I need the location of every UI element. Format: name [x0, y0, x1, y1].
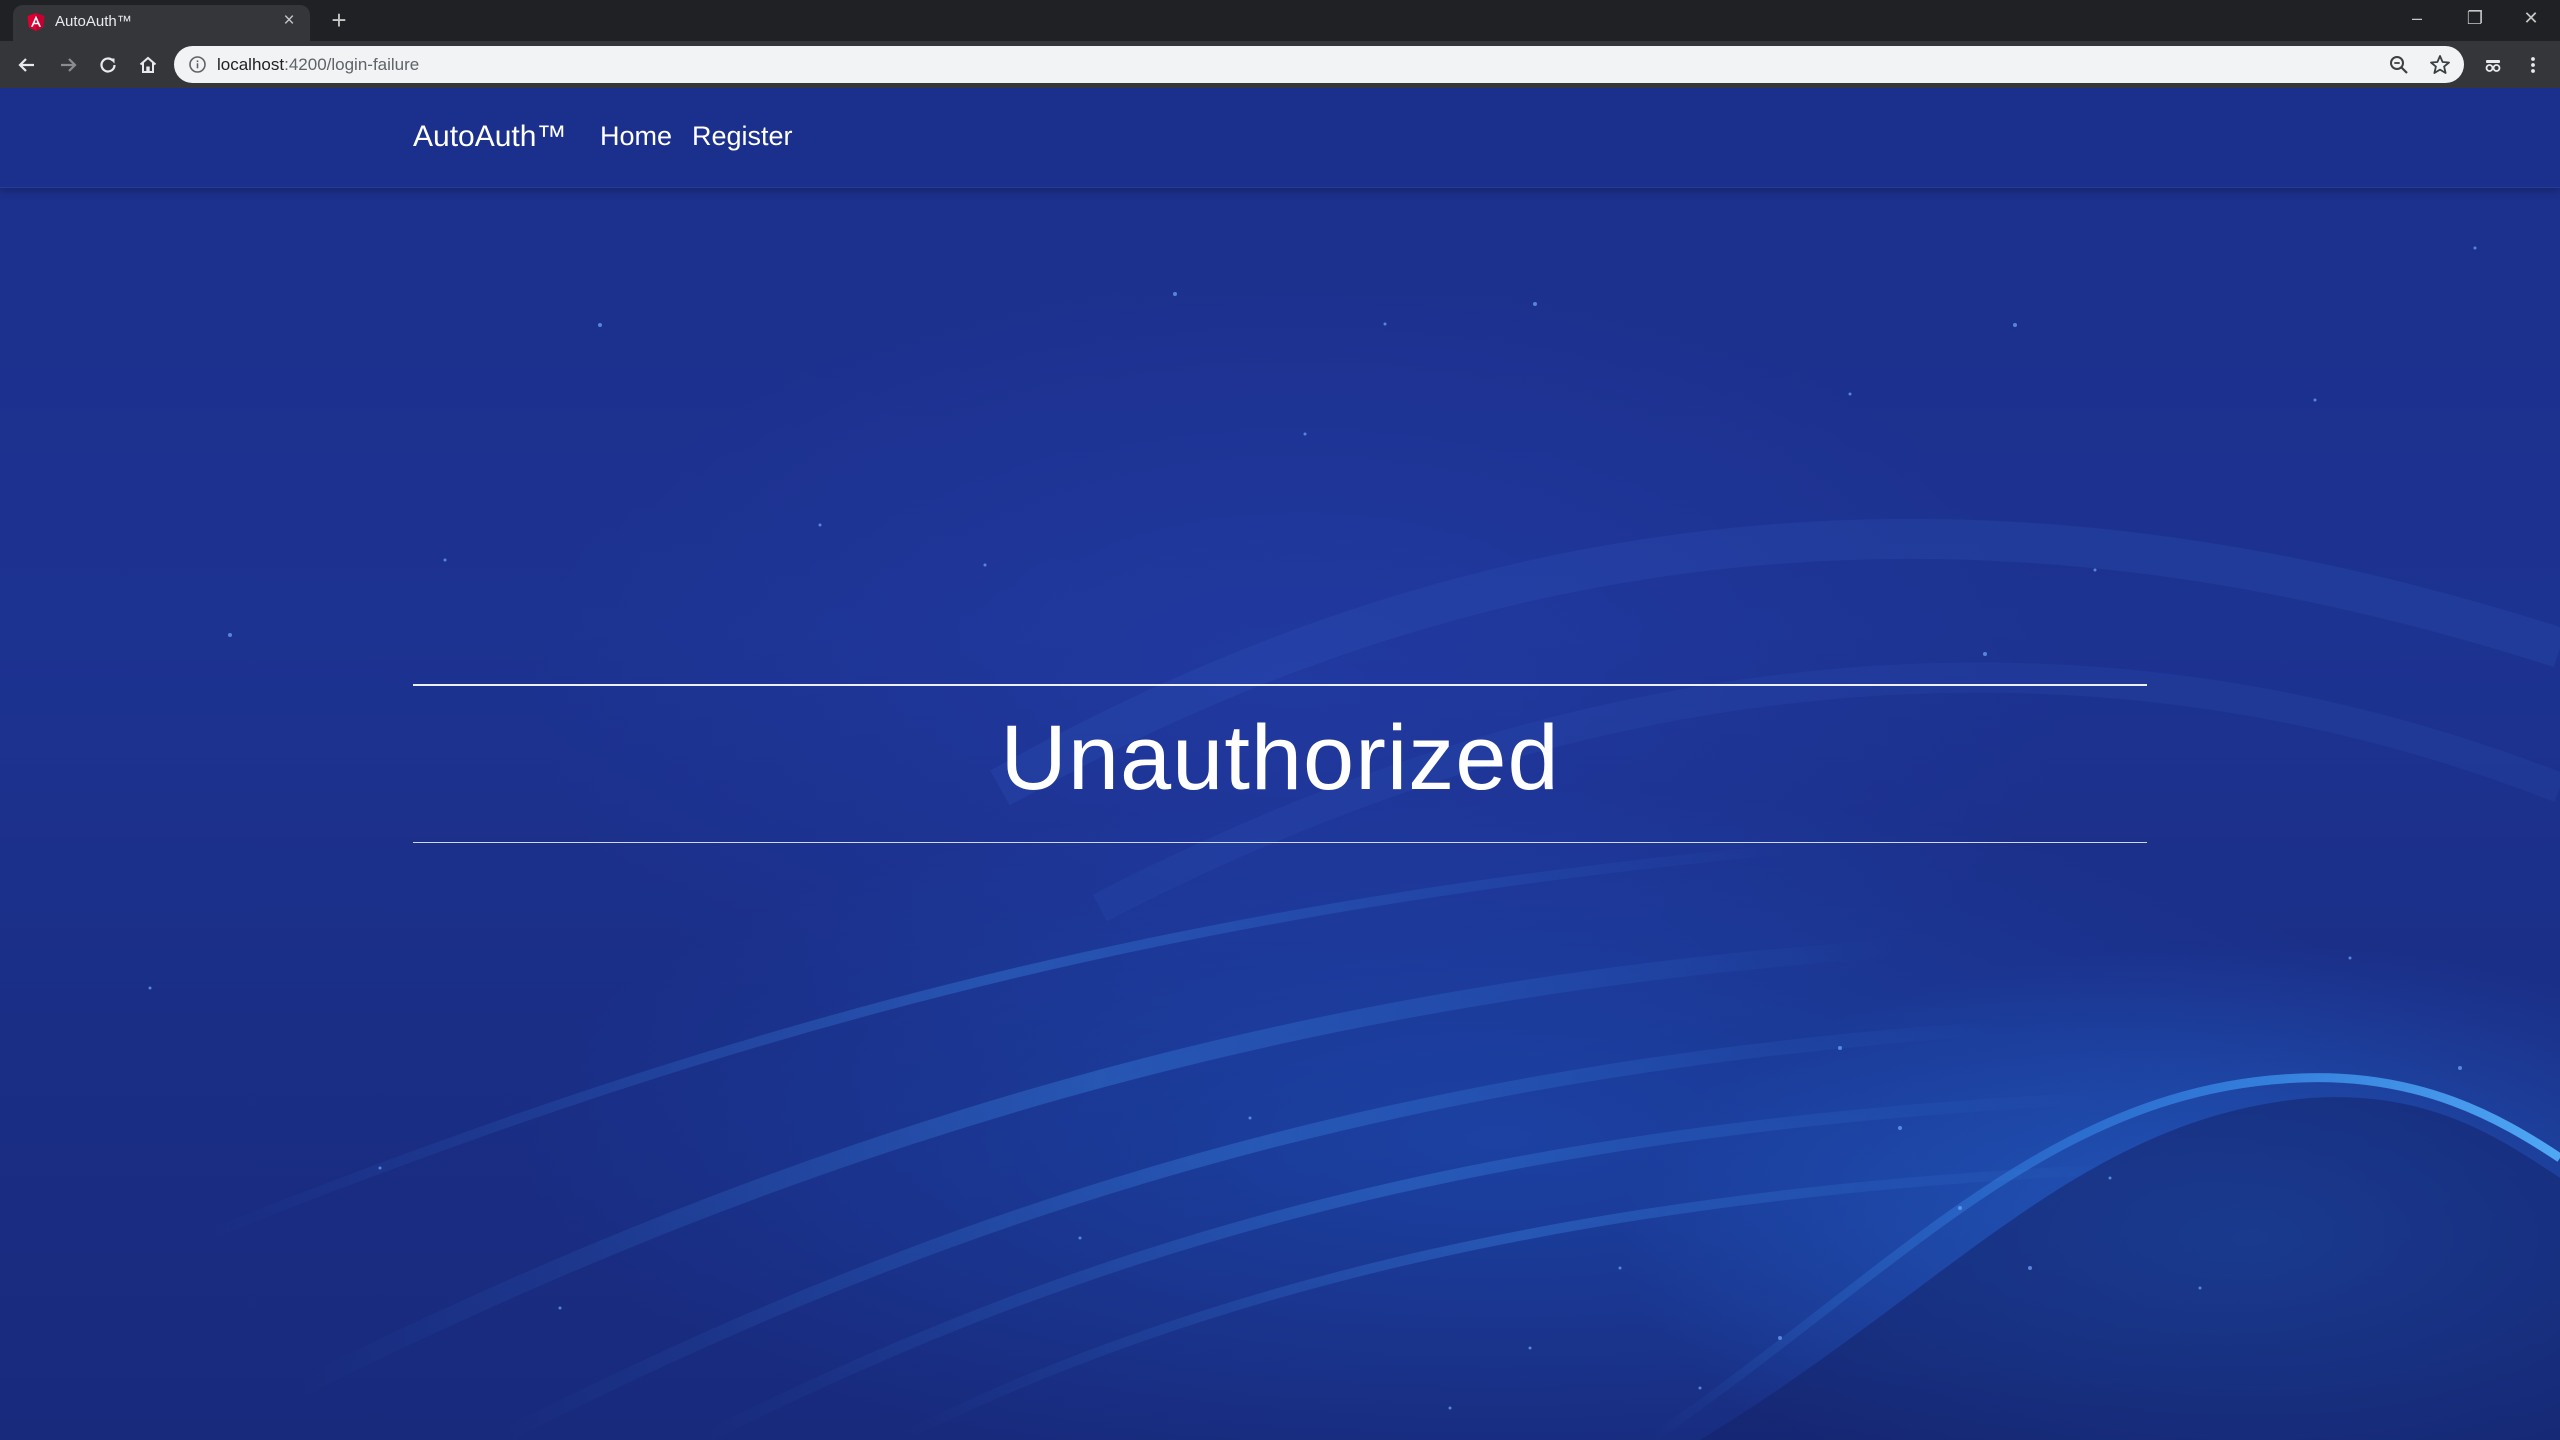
extension-icon — [2485, 60, 2501, 72]
divider-bottom — [413, 842, 2147, 843]
reload-button[interactable] — [93, 50, 123, 80]
home-icon — [139, 56, 157, 73]
zoom-icon[interactable] — [2388, 54, 2410, 76]
browser-menu-button[interactable] — [2518, 50, 2548, 80]
close-window-button[interactable]: ✕ — [2502, 0, 2560, 36]
info-icon[interactable] — [188, 55, 207, 74]
divider-top — [413, 684, 2147, 686]
home-button[interactable] — [133, 50, 163, 80]
extension-button[interactable] — [2478, 50, 2508, 80]
app-navbar: AutoAuth™ Home Register — [0, 88, 2560, 188]
url-host: localhost — [217, 55, 285, 74]
browser-titlebar: AutoAuth™ × + – ❐ ✕ — [0, 0, 2560, 41]
forward-icon — [61, 58, 77, 72]
browser-toolbar: localhost:4200/login-failure — [0, 41, 2560, 88]
restore-button[interactable]: ❐ — [2446, 0, 2504, 36]
star-icon[interactable] — [2428, 53, 2452, 77]
back-icon — [18, 58, 34, 72]
minimize-button[interactable]: – — [2388, 0, 2446, 36]
tab-close-icon[interactable]: × — [278, 10, 300, 32]
angular-icon — [27, 13, 45, 31]
url-text: localhost:4200/login-failure — [217, 55, 419, 75]
url-path: :4200/login-failure — [284, 55, 420, 74]
address-bar[interactable]: localhost:4200/login-failure — [174, 46, 2464, 83]
page-viewport: AutoAuth™ Home Register Unauthorized — [0, 88, 2560, 1440]
page-title: Unauthorized — [1000, 707, 1560, 809]
brand-logo[interactable]: AutoAuth™ — [413, 120, 566, 154]
tab-title: AutoAuth™ — [55, 13, 132, 30]
menu-icon — [2531, 57, 2535, 73]
back-button[interactable] — [12, 50, 42, 80]
browser-tab[interactable]: AutoAuth™ × — [13, 5, 310, 41]
nav-link-home[interactable]: Home — [600, 121, 672, 152]
new-tab-button[interactable]: + — [325, 7, 353, 35]
forward-button[interactable] — [53, 50, 83, 80]
nav-link-register[interactable]: Register — [692, 121, 793, 152]
reload-icon — [100, 57, 116, 73]
